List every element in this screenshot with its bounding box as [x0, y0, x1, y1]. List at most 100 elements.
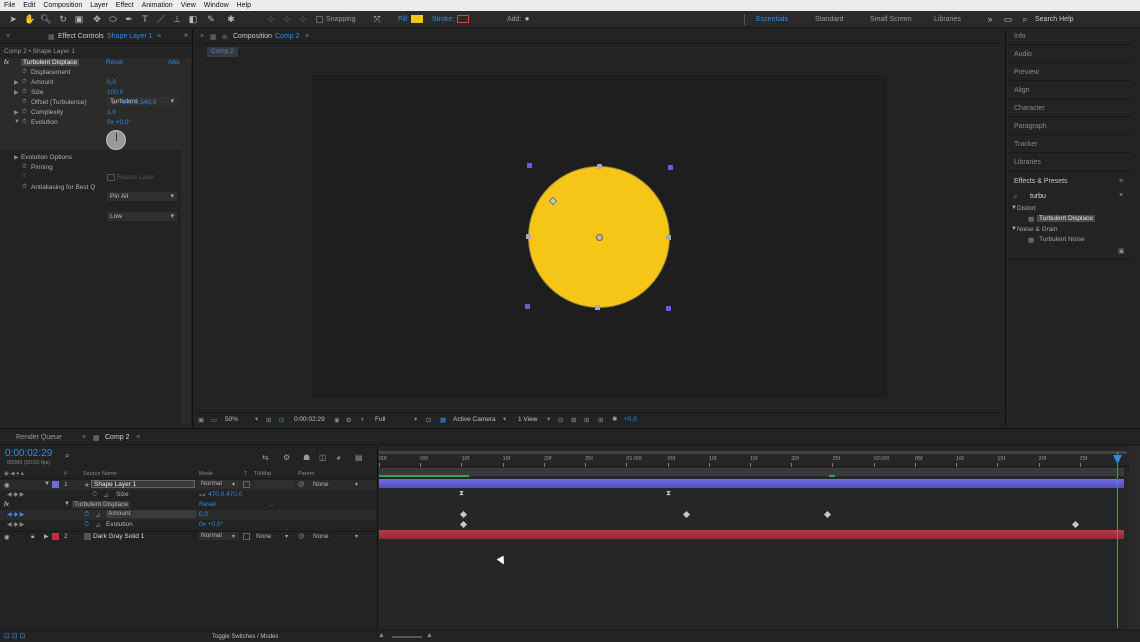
fx-icon[interactable]: fx: [4, 59, 9, 66]
label-color-swatch[interactable]: [52, 481, 59, 488]
show-channel-icon[interactable]: ✿: [346, 416, 351, 424]
composition-mini-flowchart-icon[interactable]: ⇆: [262, 453, 269, 462]
evolution-keyframe[interactable]: [1071, 520, 1080, 529]
zoom-in-icon[interactable]: ▲: [426, 632, 433, 639]
path-vertex[interactable]: [595, 305, 600, 310]
search-help-input[interactable]: Search Help: [1035, 16, 1074, 23]
character-panel-tab[interactable]: Character: [1008, 101, 1130, 117]
collapse-triangle-icon[interactable]: ▼: [14, 119, 20, 125]
stopwatch-icon[interactable]: ⏱: [22, 119, 27, 126]
axis-view-icon[interactable]: ⊹: [298, 14, 308, 24]
menu-window[interactable]: Window: [204, 2, 229, 9]
turbulent-displace-item[interactable]: Turbulent Displace: [1037, 215, 1095, 222]
path-vertex[interactable]: [597, 164, 602, 169]
graph-icon[interactable]: ⊿: [103, 491, 108, 499]
resolution-dropdown[interactable]: Full: [375, 416, 385, 423]
mode-header[interactable]: Mode: [199, 471, 213, 477]
path-vertex[interactable]: [666, 235, 671, 240]
clone-stamp-tool-icon[interactable]: ⊥: [172, 14, 182, 24]
close-tab-icon[interactable]: ×: [200, 33, 204, 40]
about-link[interactable]: Abo: [168, 59, 180, 66]
stopwatch-icon[interactable]: ⏱: [84, 511, 89, 519]
distort-folder[interactable]: Distort: [1017, 205, 1036, 212]
reset-link[interactable]: Reset: [106, 59, 123, 66]
panel-menu-icon[interactable]: ≡: [305, 33, 309, 40]
effect-controls-tab[interactable]: Effect Controls: [58, 33, 104, 40]
pan-behind-tool-icon[interactable]: ✥: [92, 14, 102, 24]
preview-panel-tab[interactable]: Preview: [1008, 65, 1130, 81]
resize-layer-checkbox[interactable]: [107, 174, 115, 181]
tracker-panel-tab[interactable]: Tracker: [1008, 137, 1130, 153]
safe-zones-icon[interactable]: ⊞: [266, 416, 271, 424]
scrollbar[interactable]: [181, 58, 191, 424]
time-ruler[interactable]: 00f 05f 10f 15f 20f 25f 01:00f 05f 10f 15f 20f 25f 0…: [377, 455, 1129, 467]
pinning-dropdown[interactable]: Pin All: [107, 192, 177, 201]
preserve-transparency-checkbox[interactable]: [243, 481, 250, 488]
size-keyframe[interactable]: ⧗: [459, 490, 464, 498]
amount-keyframe[interactable]: [459, 510, 468, 519]
stopwatch-icon[interactable]: ⏱: [22, 164, 27, 171]
toggle-pixel-aspect-icon[interactable]: ⊟: [558, 416, 563, 424]
fast-previews-icon[interactable]: ⊠: [571, 416, 576, 424]
layer-row-1[interactable]: ◉ ▼ 1 ★ Shape Layer 1 Normal ▾ @ None ▾: [0, 480, 376, 490]
lock-icon[interactable]: 🔒︎: [31, 533, 34, 541]
exposure-value[interactable]: +0,0: [624, 416, 637, 423]
keyframe-nav-icon[interactable]: ◀ ◆ ▶: [7, 511, 24, 518]
collapse-triangle-icon[interactable]: ▼: [64, 501, 70, 507]
camera-arrow-icon[interactable]: ▾: [503, 415, 506, 423]
effect-reset-link[interactable]: Reset: [199, 501, 216, 508]
dropdown-arrow-icon[interactable]: ▾: [232, 481, 235, 488]
frame-blending-icon[interactable]: ◫: [319, 453, 327, 462]
menu-animation[interactable]: Animation: [142, 2, 173, 9]
effect-controls-layer-name[interactable]: Shape Layer 1: [107, 33, 153, 40]
trkmat-header[interactable]: TrkMat: [254, 471, 271, 477]
flowchart-icon[interactable]: ⊞: [598, 416, 603, 424]
stopwatch-icon[interactable]: ⏱: [92, 491, 97, 499]
pen-tool-icon[interactable]: ✒: [124, 14, 134, 24]
workspace-standard[interactable]: Standard: [815, 16, 843, 23]
region-of-interest-icon[interactable]: ⊡: [426, 416, 431, 424]
expand-triangle-icon[interactable]: ▶: [14, 109, 19, 116]
shy-icon[interactable]: ☗: [303, 453, 310, 462]
stopwatch-icon[interactable]: ⏱: [22, 184, 27, 191]
keyframe-nav-icon[interactable]: ◀ ◆ ▶: [7, 491, 24, 498]
camera-tool-icon[interactable]: ▣: [74, 14, 84, 24]
size-property-row[interactable]: ◀ ◆ ▶ ⏱ ⊿ Size ⊶ 470,0,470,0: [0, 490, 376, 500]
dropdown-arrow-icon[interactable]: ▾: [355, 481, 358, 488]
collapse-triangle-icon[interactable]: ▼: [44, 481, 50, 487]
panel-menu-icon[interactable]: ≡: [1119, 178, 1123, 185]
zoom-out-icon[interactable]: ▲: [378, 632, 385, 639]
puppet-tool-icon[interactable]: ✱: [226, 14, 236, 24]
expand-triangle-icon[interactable]: ▶: [14, 154, 19, 161]
draft-3d-icon[interactable]: ⚙: [283, 453, 290, 462]
menu-composition[interactable]: Composition: [43, 2, 82, 9]
parent-dropdown[interactable]: None: [313, 481, 329, 488]
layer-1-duration-bar[interactable]: [379, 479, 1124, 488]
expand-triangle-icon[interactable]: ▶: [44, 533, 49, 540]
visibility-eye-icon[interactable]: ◉: [4, 533, 10, 541]
visibility-eye-icon[interactable]: ◉: [4, 481, 10, 489]
transparency-grid-icon[interactable]: ▦: [440, 416, 446, 424]
channel-icon[interactable]: ◐: [361, 416, 365, 423]
timeline-scrollbar[interactable]: [1129, 446, 1140, 629]
trkmat-dropdown[interactable]: None: [256, 533, 272, 540]
stopwatch-icon[interactable]: ⏱: [22, 79, 27, 86]
antialiasing-dropdown[interactable]: Low: [107, 212, 177, 221]
work-area-range[interactable]: [379, 451, 1127, 454]
preserve-transparency-checkbox[interactable]: [243, 533, 250, 540]
current-time-indicator[interactable]: [1117, 452, 1118, 628]
workspace-essentials[interactable]: Essentials: [756, 16, 788, 23]
effects-search-input[interactable]: turbu: [1030, 193, 1046, 200]
size-keyframe[interactable]: ⧗: [666, 490, 671, 498]
search-icon[interactable]: ⌕: [65, 451, 69, 461]
stopwatch-icon[interactable]: ⏱: [22, 89, 27, 96]
current-time-display[interactable]: 0:00:02:29: [294, 416, 325, 423]
comp-2-timeline-tab[interactable]: Comp 2: [105, 434, 130, 441]
turbulent-noise-item[interactable]: Turbulent Noise: [1039, 236, 1085, 243]
anchor-point[interactable]: [596, 234, 603, 241]
render-queue-tab[interactable]: Render Queue: [16, 434, 62, 441]
trkmat-dropdown[interactable]: [254, 480, 294, 488]
motion-blur-icon[interactable]: ◕: [336, 453, 341, 462]
evolution-keyframe[interactable]: [459, 520, 468, 529]
amount-value[interactable]: 0,0: [107, 79, 116, 86]
